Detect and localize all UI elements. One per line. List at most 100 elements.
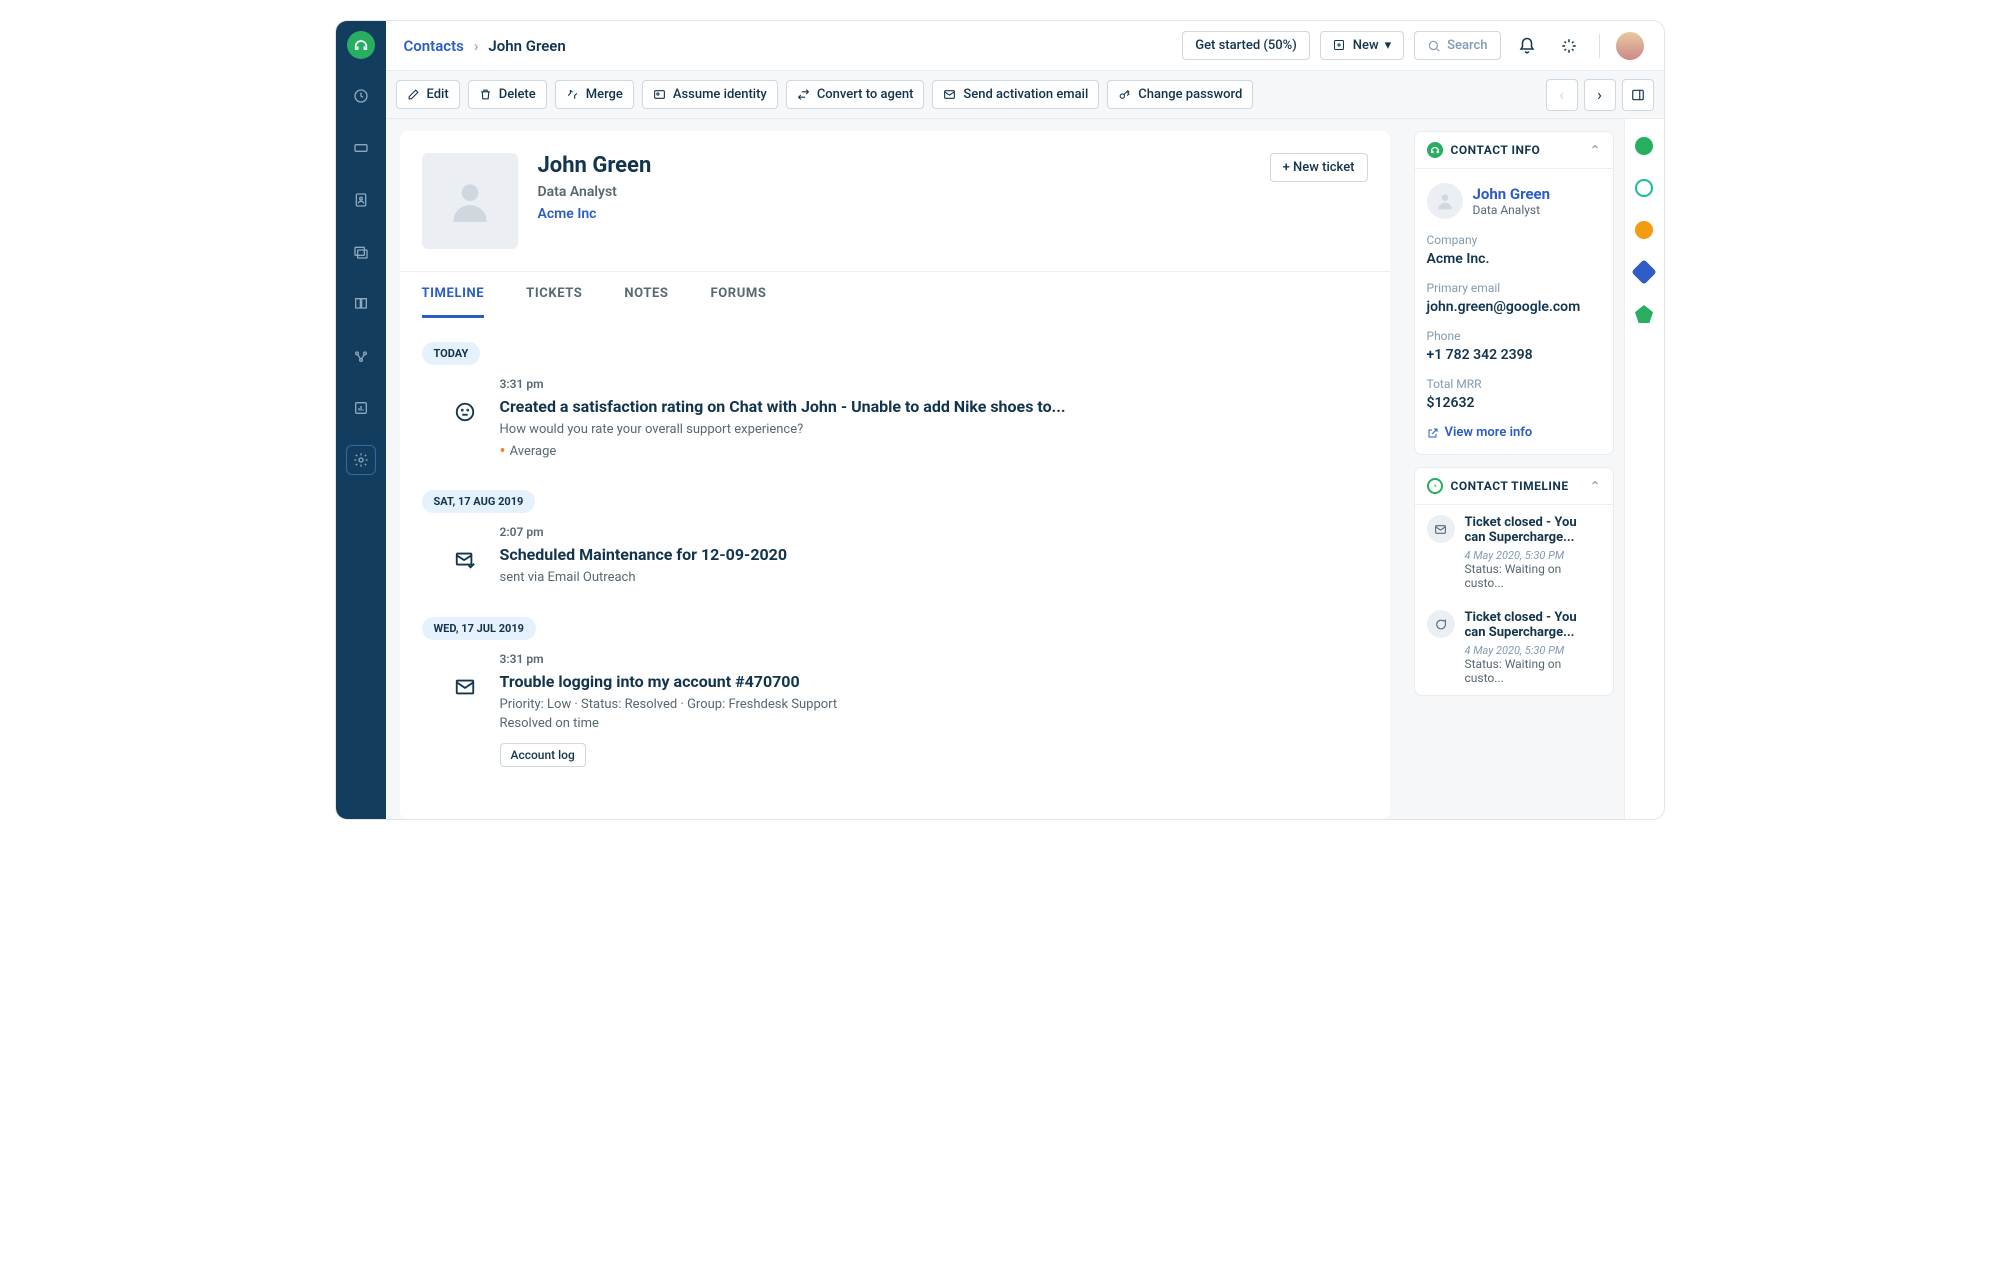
- search-icon: [1427, 39, 1441, 53]
- nav-automation-icon[interactable]: [346, 341, 376, 371]
- profile-picture: [422, 153, 518, 249]
- timeline-title[interactable]: Created a satisfaction rating on Chat wi…: [500, 397, 1368, 416]
- timeline: TODAY 3:31 pm Created a satisfaction rat…: [400, 318, 1390, 819]
- mail-icon: [452, 674, 478, 700]
- timeline-subtitle: How would you rate your overall support …: [500, 422, 1368, 437]
- contact-company-link[interactable]: Acme Inc: [538, 206, 652, 222]
- view-more-link[interactable]: View more info: [1427, 425, 1601, 440]
- timeline-item: 3:31 pm Created a satisfaction rating on…: [452, 377, 1368, 462]
- convert-agent-button[interactable]: Convert to agent: [786, 80, 925, 109]
- timeline-item: 2:07 pm Scheduled Maintenance for 12-09-…: [452, 525, 1368, 589]
- app-logo[interactable]: [347, 31, 375, 59]
- new-button[interactable]: New▾: [1320, 31, 1404, 60]
- trash-icon: [479, 88, 493, 102]
- app-icon-1[interactable]: [1635, 137, 1653, 155]
- edit-button[interactable]: Edit: [396, 80, 460, 109]
- contact-timeline-panel: CONTACT TIMELINE ⌃ Ticket closed - You c…: [1414, 467, 1614, 696]
- key-icon: [1118, 88, 1132, 102]
- chevron-up-icon[interactable]: ⌃: [1590, 479, 1601, 493]
- breadcrumb-root[interactable]: Contacts: [404, 37, 464, 55]
- action-bar: Edit Delete Merge Assume identity Conver…: [386, 71, 1664, 119]
- timeline-subtitle: sent via Email Outreach: [500, 570, 1368, 585]
- app-icon-3[interactable]: [1635, 221, 1653, 239]
- tab-forums[interactable]: FORUMS: [711, 272, 767, 318]
- nav-analytics-icon[interactable]: [346, 393, 376, 423]
- contact-name-link[interactable]: John Green: [1473, 185, 1551, 203]
- nav-solutions-icon[interactable]: [346, 237, 376, 267]
- timeline-list-item[interactable]: Ticket closed - You can Supercharge... 4…: [1415, 505, 1613, 600]
- chevron-up-icon[interactable]: ⌃: [1590, 143, 1601, 157]
- timeline-rating: •Average: [500, 441, 1368, 462]
- breadcrumb-current: John Green: [488, 37, 565, 55]
- tab-timeline[interactable]: TIMELINE: [422, 272, 485, 318]
- phone-value: +1 782 342 2398: [1427, 347, 1601, 363]
- timeline-subtitle-2: Resolved on time: [500, 716, 1368, 731]
- clock-circle-icon: [1427, 478, 1443, 494]
- chevron-right-icon: ›: [474, 37, 479, 55]
- avatar-icon: [1427, 183, 1463, 219]
- timeline-tag[interactable]: Account log: [500, 743, 586, 767]
- new-ticket-button[interactable]: + New ticket: [1270, 153, 1368, 182]
- app-icon-2[interactable]: [1635, 179, 1653, 197]
- user-avatar[interactable]: [1614, 30, 1646, 62]
- send-activation-button[interactable]: Send activation email: [932, 80, 1099, 109]
- delete-button[interactable]: Delete: [468, 80, 547, 109]
- contact-name: John Green: [538, 153, 652, 178]
- contact-role-text: Data Analyst: [1473, 203, 1551, 217]
- nav-dashboard-icon[interactable]: [346, 81, 376, 111]
- breadcrumb: Contacts › John Green: [404, 37, 566, 55]
- headset-icon: [1427, 142, 1443, 158]
- nav-settings-icon[interactable]: [346, 445, 376, 475]
- contact-role: Data Analyst: [538, 184, 652, 200]
- assume-identity-button[interactable]: Assume identity: [642, 80, 778, 109]
- content-tabs: TIMELINE TICKETS NOTES FORUMS: [400, 271, 1390, 318]
- app-icon-5[interactable]: [1635, 305, 1653, 323]
- timeline-title[interactable]: Trouble logging into my account #470700: [500, 672, 1368, 691]
- chevron-down-icon: ▾: [1385, 38, 1392, 53]
- panel-title: CONTACT TIMELINE: [1451, 479, 1569, 493]
- timeline-date-chip: SAT, 17 AUG 2019: [422, 490, 536, 513]
- sparkle-icon[interactable]: [1553, 30, 1585, 62]
- company-value: Acme Inc.: [1427, 251, 1601, 267]
- nav-tickets-icon[interactable]: [346, 133, 376, 163]
- app-icon-4[interactable]: [1631, 259, 1656, 284]
- top-bar: Contacts › John Green Get started (50%) …: [386, 21, 1664, 71]
- get-started-button[interactable]: Get started (50%): [1182, 31, 1310, 60]
- change-password-button[interactable]: Change password: [1107, 80, 1253, 109]
- timeline-time: 3:31 pm: [500, 652, 1368, 666]
- contact-info-panel: CONTACT INFO ⌃ John Green Data Analyst C…: [1414, 131, 1614, 455]
- mail-icon: [943, 88, 957, 102]
- search-button[interactable]: Search: [1414, 31, 1500, 60]
- chat-icon: [1427, 610, 1455, 638]
- mrr-value: $12632: [1427, 395, 1601, 411]
- timeline-item: 3:31 pm Trouble logging into my account …: [452, 652, 1368, 767]
- nav-contacts-icon[interactable]: [346, 185, 376, 215]
- app-rail: [1624, 119, 1664, 819]
- prev-button[interactable]: ‹: [1546, 79, 1578, 111]
- plus-box-icon: [1333, 39, 1347, 53]
- panel-toggle-button[interactable]: [1622, 79, 1654, 111]
- timeline-time: 3:31 pm: [500, 377, 1368, 391]
- email-value: john.green@google.com: [1427, 299, 1601, 315]
- nav-book-icon[interactable]: [346, 289, 376, 319]
- tab-tickets[interactable]: TICKETS: [526, 272, 582, 318]
- merge-button[interactable]: Merge: [555, 80, 634, 109]
- timeline-time: 2:07 pm: [500, 525, 1368, 539]
- timeline-title[interactable]: Scheduled Maintenance for 12-09-2020: [500, 545, 1368, 564]
- convert-icon: [797, 88, 811, 102]
- notifications-icon[interactable]: [1511, 30, 1543, 62]
- edit-icon: [407, 88, 421, 102]
- mail-icon: [1427, 515, 1455, 543]
- left-nav-rail: [336, 21, 386, 819]
- merge-icon: [566, 88, 580, 102]
- face-neutral-icon: [452, 399, 478, 425]
- next-button[interactable]: ›: [1584, 79, 1616, 111]
- timeline-subtitle: Priority: Low · Status: Resolved · Group…: [500, 697, 1368, 712]
- timeline-list-item[interactable]: Ticket closed - You can Supercharge... 4…: [1415, 600, 1613, 695]
- timeline-date-chip: WED, 17 JUL 2019: [422, 617, 536, 640]
- panel-title: CONTACT INFO: [1451, 143, 1541, 157]
- timeline-date-chip: TODAY: [422, 342, 481, 365]
- mail-check-icon: [452, 547, 478, 573]
- profile-header: John Green Data Analyst Acme Inc + New t…: [400, 131, 1390, 271]
- tab-notes[interactable]: NOTES: [624, 272, 668, 318]
